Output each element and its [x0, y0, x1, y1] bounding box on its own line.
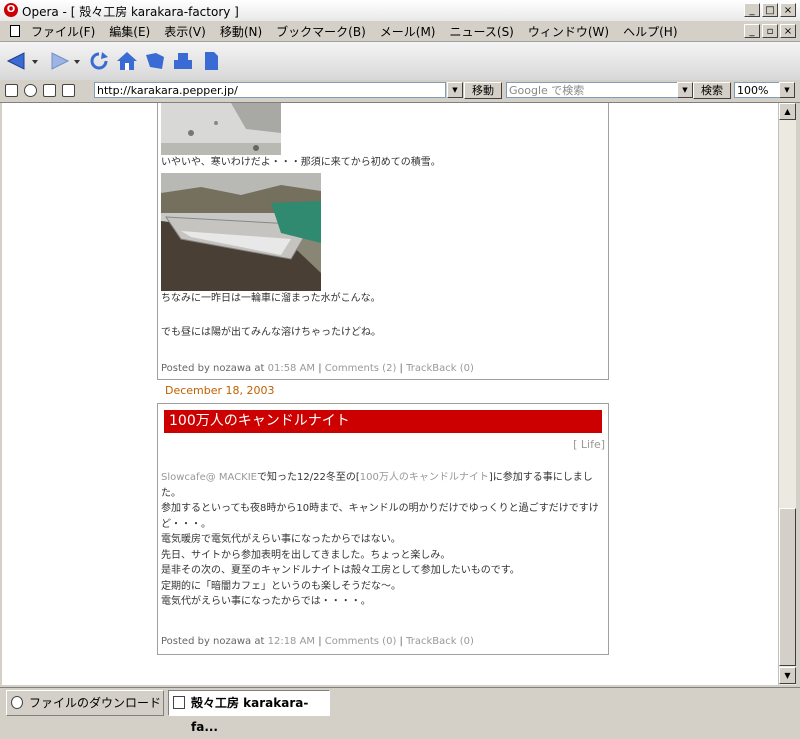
- doc-restore-button[interactable]: ▫: [762, 24, 778, 38]
- date-header: December 18, 2003: [165, 384, 275, 397]
- trackback-link[interactable]: TrackBack (0): [406, 636, 474, 647]
- page-tab[interactable]: 殻々工房 karakara-fa...: [168, 690, 330, 734]
- scrollbar-thumb[interactable]: [779, 508, 796, 666]
- address-input[interactable]: http://karakara.pepper.jp/: [94, 82, 446, 98]
- entry-text: でも昼には陽が出てみんな溶けちゃったけどね。: [161, 327, 381, 338]
- separator: |: [315, 363, 325, 374]
- address-toolbar: http://karakara.pepper.jp/ ▼ 移動 Google で…: [0, 80, 800, 103]
- scroll-up-button[interactable]: ▲: [779, 103, 796, 120]
- menu-navigate[interactable]: 移動(N): [213, 23, 269, 40]
- entry-line: 先日、サイトから参加表明を出してきました。ちょっと楽しみ。: [161, 549, 451, 561]
- menu-news[interactable]: ニュース(S): [442, 23, 520, 40]
- trackback-link[interactable]: TrackBack (0): [406, 363, 474, 374]
- comments-link[interactable]: Comments (2): [325, 363, 397, 374]
- cookie-icon[interactable]: [24, 84, 37, 97]
- comments-link[interactable]: Comments (0): [325, 636, 397, 647]
- separator: |: [396, 636, 407, 647]
- page-info-icon[interactable]: [43, 84, 56, 97]
- permalink-time-link[interactable]: 12:18 AM: [268, 636, 315, 647]
- minimize-button[interactable]: _: [744, 3, 760, 17]
- back-history-dropdown-icon[interactable]: [30, 51, 40, 71]
- downloads-tab[interactable]: ファイルのダウンロード: [6, 690, 164, 716]
- category-link[interactable]: [ Life]: [573, 438, 605, 451]
- menu-file[interactable]: ファイル(F): [24, 23, 102, 40]
- maximize-button[interactable]: □: [762, 3, 778, 17]
- entry-line: 参加するといっても夜8時から10時まで、キャンドルの明かりだけでゆっくりと過ごす…: [161, 503, 599, 530]
- posted-by: Posted by nozawa at: [161, 363, 268, 374]
- blog-entry: 100万人のキャンドルナイト [ Life] Slowcafe@ MACKIEで…: [157, 403, 609, 655]
- doc-close-button[interactable]: ×: [780, 24, 796, 38]
- slowcafe-link[interactable]: Slowcafe@ MACKIE: [161, 472, 257, 483]
- security-lock-icon[interactable]: [5, 84, 18, 97]
- close-button[interactable]: ×: [780, 3, 796, 17]
- menu-mail[interactable]: メール(M): [373, 23, 443, 40]
- search-button[interactable]: 検索: [693, 82, 731, 99]
- doc-minimize-button[interactable]: _: [744, 24, 760, 38]
- candle-night-link[interactable]: 100万人のキャンドルナイト: [360, 472, 489, 483]
- entry-text: いやいや、寒いわけだよ・・・那須に来てから初めての積雪。: [161, 157, 441, 168]
- permalink-time-link[interactable]: 01:58 AM: [268, 363, 315, 374]
- menu-edit[interactable]: 編集(E): [102, 23, 157, 40]
- entry-text: で知った12/22冬至の[: [257, 472, 360, 483]
- page-icon: [173, 696, 185, 709]
- entry-footer: Posted by nozawa at 12:18 AM | Comments …: [161, 636, 474, 647]
- entry-line: 是非その次の、夏至のキャンドルナイトは殻々工房として参加したいものです。: [161, 565, 520, 576]
- entry-line: 定期的に「暗闇カフェ」というのも楽しそうだな～。: [161, 580, 401, 592]
- posted-by: Posted by nozawa at: [161, 636, 268, 647]
- entry-title: 100万人のキャンドルナイト: [164, 410, 602, 433]
- entry-line: 電気暖房で電気代がえらい事になったからではない。: [161, 534, 401, 545]
- zoom-field[interactable]: 100%: [734, 82, 780, 98]
- separator: |: [315, 636, 325, 647]
- entry-footer: Posted by nozawa at 01:58 AM | Comments …: [161, 363, 474, 374]
- back-arrow-icon[interactable]: [6, 51, 28, 71]
- vertical-scrollbar[interactable]: ▲ ▼: [778, 103, 796, 685]
- menu-view[interactable]: 表示(V): [157, 23, 213, 40]
- entry-body: Slowcafe@ MACKIEで知った12/22冬至の[100万人のキャンドル…: [161, 470, 601, 610]
- entry-text: ちなみに一昨日は一輪車に溜まった水がこんな。: [161, 293, 381, 304]
- page-content: いやいや、寒いわけだよ・・・那須に来てから初めての積雪。 ちなみに一昨日は一輪車…: [2, 103, 778, 685]
- entry-line: 電気代がえらい事になったからでは・・・・。: [161, 596, 371, 607]
- go-button[interactable]: 移動: [464, 82, 502, 99]
- tab-bar: ファイルのダウンロード 殻々工房 karakara-fa...: [0, 687, 800, 734]
- blog-entry: いやいや、寒いわけだよ・・・那須に来てから初めての積雪。 ちなみに一昨日は一輪車…: [157, 103, 609, 380]
- download-icon: [11, 696, 23, 709]
- reload-icon[interactable]: [88, 51, 110, 71]
- address-dropdown-icon[interactable]: ▼: [447, 82, 463, 98]
- entry-paragraph: Slowcafe@ MACKIEで知った12/22冬至の[100万人のキャンドル…: [161, 470, 601, 501]
- navigation-toolbar: [0, 42, 800, 81]
- print-icon[interactable]: [172, 51, 194, 71]
- printer-small-icon[interactable]: [62, 84, 75, 97]
- new-page-icon[interactable]: [200, 51, 222, 71]
- scroll-down-button[interactable]: ▼: [779, 667, 796, 684]
- opera-logo-icon: O: [4, 3, 18, 17]
- wheelbarrow-photo: [161, 173, 321, 291]
- forward-history-dropdown-icon[interactable]: [72, 51, 82, 71]
- snow-photo: [161, 103, 281, 155]
- menu-window[interactable]: ウィンドウ(W): [521, 23, 616, 40]
- hotlist-icon[interactable]: [144, 51, 166, 71]
- tab-label: ファイルのダウンロード: [29, 696, 162, 710]
- menu-bar: ファイル(F) 編集(E) 表示(V) 移動(N) ブックマーク(B) メール(…: [0, 21, 800, 42]
- menu-help[interactable]: ヘルプ(H): [616, 23, 684, 40]
- forward-arrow-icon[interactable]: [48, 51, 70, 71]
- zoom-dropdown-icon[interactable]: ▼: [779, 82, 795, 98]
- search-engine-dropdown-icon[interactable]: ▼: [677, 82, 693, 98]
- separator: |: [396, 363, 407, 374]
- search-input[interactable]: Google で検索: [506, 82, 678, 98]
- document-icon: [10, 25, 20, 37]
- window-title: Opera - [ 殻々工房 karakara-factory ]: [22, 5, 239, 19]
- menu-bookmarks[interactable]: ブックマーク(B): [269, 23, 373, 40]
- tab-label: 殻々工房 karakara-fa...: [191, 696, 309, 734]
- home-icon[interactable]: [116, 51, 138, 71]
- title-bar: O Opera - [ 殻々工房 karakara-factory ] _ □ …: [0, 0, 800, 22]
